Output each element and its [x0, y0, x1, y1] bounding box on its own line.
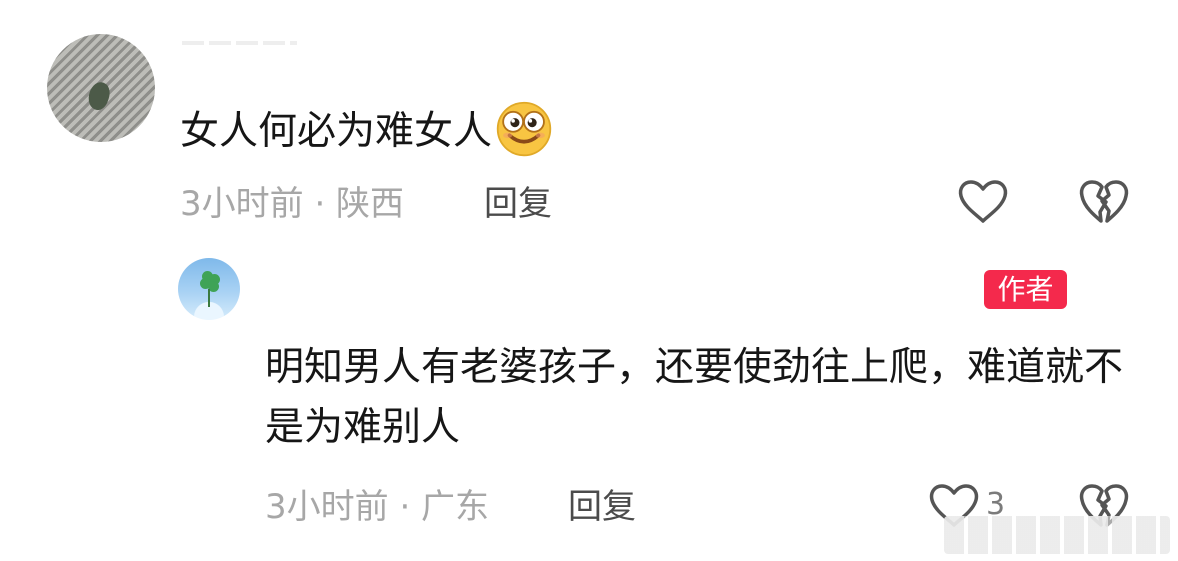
reply-meta: 3小时前 · 广东	[265, 487, 490, 527]
author-badge: 作者	[984, 270, 1067, 309]
reply-button[interactable]: 回复	[484, 186, 552, 222]
comment-text: 女人何必为难女人	[180, 109, 493, 154]
comment-meta: 3小时前 · 陕西	[180, 184, 405, 224]
reply-button[interactable]: 回复	[568, 489, 636, 525]
comment-thread: 女人何必为难女人 3小时前 · 陕西 回复 作者 明知男人有老婆孩子，还要使劲往…	[0, 0, 1178, 561]
commenter-avatar[interactable]	[47, 34, 155, 142]
avatar-stone-shape	[85, 79, 113, 113]
heart-outline-icon[interactable]	[957, 178, 1009, 226]
reply-author-avatar[interactable]	[178, 258, 240, 320]
blurred-watermark	[944, 516, 1170, 554]
broken-heart-icon[interactable]	[1078, 178, 1130, 226]
reply-body: 明知男人有老婆孩子，还要使劲往上爬，难道就不是为难别人	[265, 345, 1124, 450]
grinning-face-emoji-icon	[496, 101, 552, 157]
comment-body: 女人何必为难女人	[180, 101, 553, 158]
blurred-username	[182, 41, 297, 45]
